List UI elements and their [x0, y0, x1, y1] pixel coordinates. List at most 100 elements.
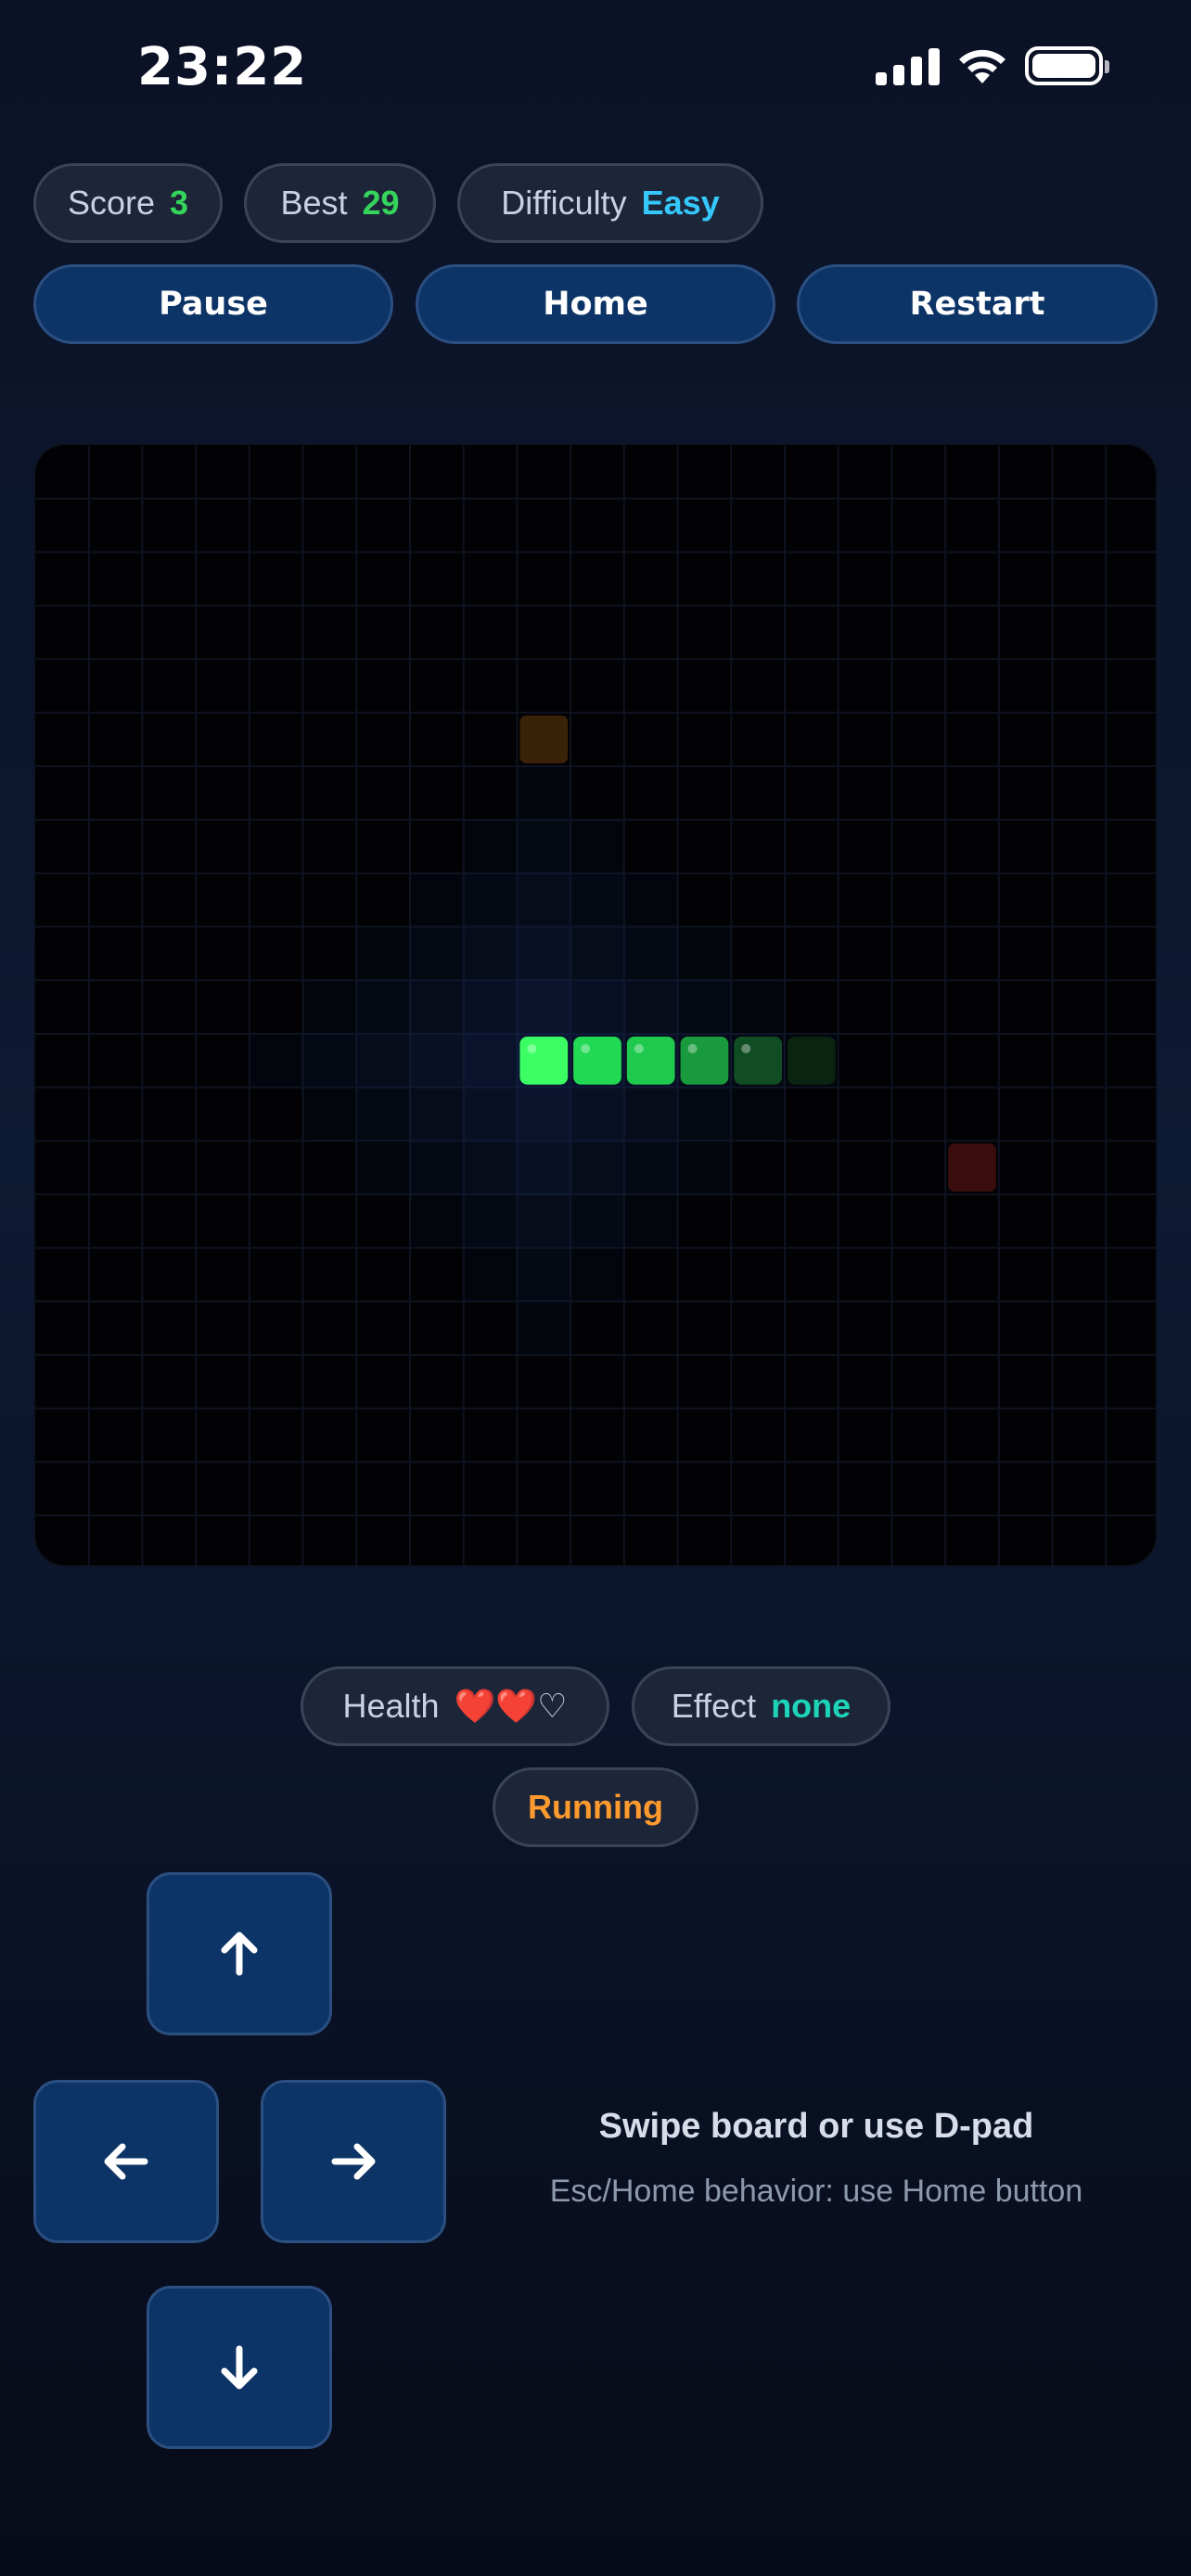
light-cell	[570, 1087, 624, 1141]
effect-label: Effect	[671, 1687, 757, 1725]
snake-segment	[680, 1036, 729, 1085]
light-cell	[463, 820, 518, 874]
light-cell	[623, 1141, 678, 1194]
light-cell	[570, 926, 624, 981]
arrow-left-icon	[104, 2143, 148, 2180]
effect-value: none	[771, 1687, 852, 1725]
snake-shine	[741, 1043, 751, 1053]
light-cell	[410, 873, 464, 927]
game-state-pill: Running	[493, 1767, 698, 1847]
snake-head	[519, 1036, 569, 1085]
dpad-down-button[interactable]	[147, 2286, 332, 2449]
light-cell	[623, 873, 678, 927]
home-behavior-hint: Esc/Home behavior: use Home button	[549, 2174, 1083, 2209]
game-board[interactable]	[33, 443, 1158, 1567]
control-hint: Swipe board or use D-pad	[598, 2107, 1034, 2146]
arrow-right-icon	[331, 2143, 376, 2180]
best-value: 29	[362, 184, 400, 222]
light-cell	[463, 980, 518, 1034]
dpad-right-button[interactable]	[261, 2080, 446, 2243]
score-label: Score	[67, 184, 155, 222]
light-cell	[677, 1087, 732, 1141]
difficulty-label: Difficulty	[501, 184, 627, 222]
light-cell	[570, 1194, 624, 1248]
light-cell	[463, 926, 518, 981]
status-bar: 23:22	[0, 0, 1191, 139]
health-hearts-icon: ❤️❤️♡	[454, 1688, 568, 1726]
snake-shine	[687, 1043, 698, 1053]
light-cell	[463, 1033, 518, 1088]
light-cell	[302, 980, 357, 1034]
light-cell	[410, 980, 464, 1034]
light-cell	[623, 926, 678, 981]
health-pill: Health ❤️❤️♡	[301, 1666, 609, 1746]
light-cell	[356, 1033, 410, 1088]
light-cell	[623, 1194, 678, 1248]
arrow-up-icon	[221, 1932, 258, 1976]
snake-segment	[626, 1036, 675, 1085]
light-cell	[623, 1087, 678, 1141]
light-cell	[410, 1141, 464, 1194]
difficulty-value: Easy	[641, 184, 720, 222]
light-cell	[517, 1301, 571, 1356]
cellular-signal-icon	[876, 46, 940, 85]
dpad-left-button[interactable]	[33, 2080, 219, 2243]
snake-shine	[581, 1043, 591, 1053]
snake-shine	[527, 1043, 537, 1053]
light-cell	[517, 926, 571, 981]
light-cell	[410, 1194, 464, 1248]
best-label: Best	[280, 184, 348, 222]
score-pill: Score 3	[33, 163, 223, 243]
light-cell	[570, 873, 624, 927]
restart-button[interactable]: Restart	[797, 264, 1158, 344]
light-cell	[517, 1141, 571, 1194]
wifi-icon	[959, 49, 1005, 83]
light-cell	[410, 926, 464, 981]
light-cell	[677, 926, 732, 981]
difficulty-pill: Difficulty Easy	[457, 163, 763, 243]
light-cell	[463, 873, 518, 927]
game-state-label: Running	[528, 1788, 663, 1826]
light-cell	[623, 980, 678, 1034]
status-icons	[876, 46, 1109, 85]
effect-pill: Effect none	[632, 1666, 890, 1746]
light-cell	[517, 980, 571, 1034]
light-cell	[302, 1033, 357, 1088]
light-cell	[677, 1141, 732, 1194]
score-value: 3	[170, 184, 189, 222]
light-cell	[517, 766, 571, 820]
best-pill: Best 29	[244, 163, 436, 243]
light-cell	[570, 1247, 624, 1302]
light-cell	[731, 1087, 785, 1141]
light-cell	[249, 1033, 303, 1088]
light-cell	[731, 980, 785, 1034]
arrow-down-icon	[221, 2345, 258, 2390]
snake-segment	[788, 1036, 836, 1085]
clock: 23:22	[137, 37, 308, 97]
light-cell	[517, 820, 571, 874]
home-button[interactable]: Home	[416, 264, 775, 344]
light-cell	[517, 873, 571, 927]
light-cell	[356, 980, 410, 1034]
light-cell	[570, 980, 624, 1034]
dpad-up-button[interactable]	[147, 1872, 332, 2035]
battery-icon	[1025, 46, 1109, 85]
snake-segment	[734, 1036, 782, 1085]
light-cell	[410, 1033, 464, 1088]
pause-button[interactable]: Pause	[33, 264, 393, 344]
light-cell	[677, 980, 732, 1034]
light-cell	[410, 1087, 464, 1141]
light-cell	[463, 1247, 518, 1302]
light-cell	[517, 1247, 571, 1302]
light-cell	[517, 1194, 571, 1248]
light-cell	[356, 1141, 410, 1194]
light-cell	[570, 820, 624, 874]
food-item	[519, 715, 569, 764]
light-cell	[356, 1087, 410, 1141]
snake-shine	[634, 1043, 644, 1053]
snake-segment	[573, 1036, 621, 1085]
board-canvas[interactable]	[35, 445, 1158, 1567]
health-label: Health	[342, 1687, 440, 1725]
light-cell	[463, 1141, 518, 1194]
light-cell	[463, 1087, 518, 1141]
